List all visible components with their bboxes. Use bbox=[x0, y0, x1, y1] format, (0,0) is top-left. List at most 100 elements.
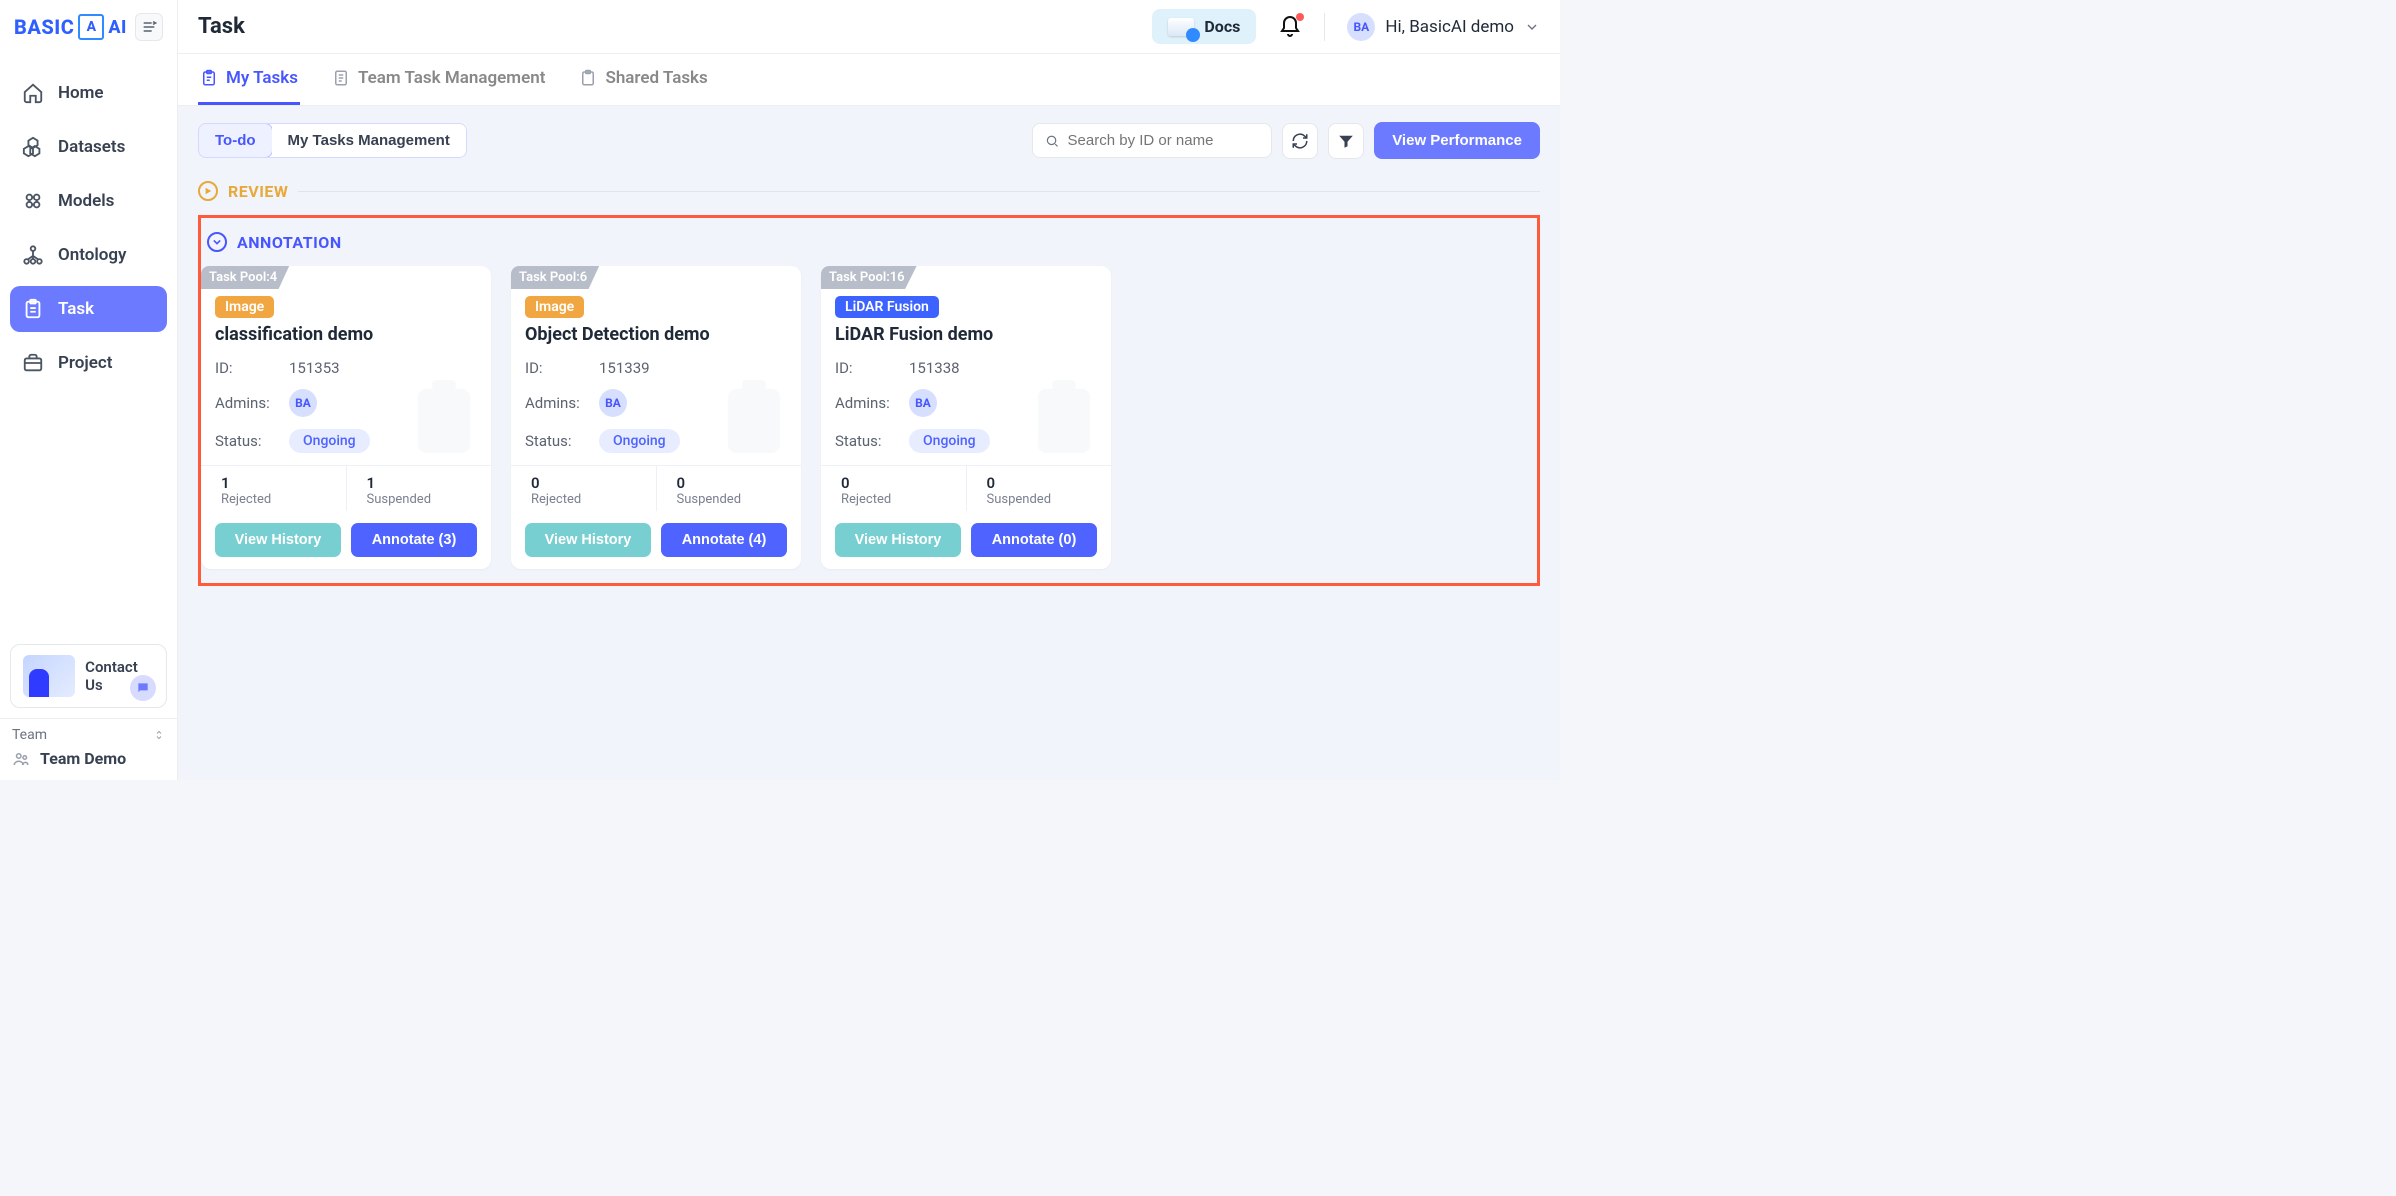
section-review-header[interactable]: REVIEW bbox=[198, 181, 1540, 201]
status-badge: Ongoing bbox=[289, 429, 370, 453]
brand-suffix: AI bbox=[108, 17, 127, 38]
view-performance-button[interactable]: View Performance bbox=[1374, 122, 1540, 159]
page-title: Task bbox=[198, 14, 245, 39]
filter-icon bbox=[1337, 132, 1355, 150]
annotation-section-highlight: ANNOTATION Task Pool:4 Image classificat… bbox=[198, 215, 1540, 586]
annotate-button[interactable]: Annotate (4) bbox=[661, 523, 787, 557]
type-badge: LiDAR Fusion bbox=[835, 296, 939, 318]
type-badge: Image bbox=[525, 296, 584, 318]
chevron-down-icon bbox=[1524, 19, 1540, 35]
admin-avatar[interactable]: BA bbox=[909, 389, 937, 417]
suspended-count: 0 bbox=[677, 474, 802, 492]
sidebar-item-home[interactable]: Home bbox=[10, 70, 167, 116]
topbar: Task Docs BA Hi, BasicAI demo bbox=[178, 0, 1560, 54]
tab-label: Team Task Management bbox=[358, 68, 545, 88]
sidebar-item-label: Datasets bbox=[58, 137, 125, 157]
content-area: To-do My Tasks Management View Performan… bbox=[178, 106, 1560, 780]
sidebar-item-datasets[interactable]: Datasets bbox=[10, 124, 167, 170]
tab-label: My Tasks bbox=[226, 68, 298, 88]
admin-avatar[interactable]: BA bbox=[599, 389, 627, 417]
chevron-down-circle-icon bbox=[207, 232, 227, 252]
tab-label: Shared Tasks bbox=[605, 68, 707, 88]
filter-button[interactable] bbox=[1328, 123, 1364, 159]
docs-icon bbox=[1168, 18, 1194, 36]
admins-label: Admins: bbox=[215, 394, 279, 412]
seg-mgmt[interactable]: My Tasks Management bbox=[272, 124, 466, 157]
clipboard-icon bbox=[200, 69, 218, 87]
sidebar-item-project[interactable]: Project bbox=[10, 340, 167, 386]
suspended-label: Suspended bbox=[367, 492, 492, 507]
suspended-count: 0 bbox=[987, 474, 1112, 492]
admins-label: Admins: bbox=[835, 394, 899, 412]
notifications-button[interactable] bbox=[1278, 15, 1302, 39]
section-line bbox=[298, 191, 1540, 192]
id-label: ID: bbox=[835, 359, 899, 377]
team-selector[interactable]: Team Team Demo bbox=[0, 718, 177, 780]
sidebar-item-label: Home bbox=[58, 83, 104, 103]
document-icon bbox=[332, 69, 350, 87]
task-title: LiDAR Fusion demo bbox=[835, 324, 1097, 345]
task-id: 151353 bbox=[289, 359, 340, 377]
docs-button[interactable]: Docs bbox=[1152, 9, 1256, 44]
contact-us-card[interactable]: Contact Us bbox=[10, 644, 167, 708]
tab-my-tasks[interactable]: My Tasks bbox=[198, 54, 300, 105]
clipboard-icon bbox=[22, 298, 44, 320]
rejected-count: 0 bbox=[531, 474, 656, 492]
status-badge: Ongoing bbox=[909, 429, 990, 453]
team-label: Team bbox=[12, 727, 47, 743]
clipboard-bg-icon bbox=[719, 376, 789, 460]
task-title: classification demo bbox=[215, 324, 477, 345]
status-badge: Ongoing bbox=[599, 429, 680, 453]
play-circle-icon bbox=[198, 181, 218, 201]
sidebar-toggle-button[interactable] bbox=[135, 13, 163, 41]
suspended-label: Suspended bbox=[987, 492, 1112, 507]
chat-icon bbox=[130, 675, 156, 701]
sidebar-item-ontology[interactable]: Ontology bbox=[10, 232, 167, 278]
view-history-button[interactable]: View History bbox=[525, 523, 651, 557]
segmented-control: To-do My Tasks Management bbox=[198, 123, 467, 158]
section-title: REVIEW bbox=[228, 182, 288, 201]
user-greeting: Hi, BasicAI demo bbox=[1385, 17, 1514, 37]
id-label: ID: bbox=[215, 359, 279, 377]
status-label: Status: bbox=[835, 432, 899, 450]
type-badge: Image bbox=[215, 296, 274, 318]
tab-shared-tasks[interactable]: Shared Tasks bbox=[577, 54, 709, 105]
task-card: Task Pool:16 LiDAR Fusion LiDAR Fusion d… bbox=[821, 266, 1111, 569]
suspended-label: Suspended bbox=[677, 492, 802, 507]
search-icon bbox=[1045, 133, 1059, 149]
sidebar-item-models[interactable]: Models bbox=[10, 178, 167, 224]
user-menu[interactable]: BA Hi, BasicAI demo bbox=[1347, 13, 1540, 41]
status-label: Status: bbox=[525, 432, 589, 450]
brain-icon bbox=[22, 190, 44, 212]
contact-illustration bbox=[23, 655, 75, 697]
sidebar-item-task[interactable]: Task bbox=[10, 286, 167, 332]
task-title: Object Detection demo bbox=[525, 324, 787, 345]
view-history-button[interactable]: View History bbox=[835, 523, 961, 557]
rejected-label: Rejected bbox=[841, 492, 966, 507]
brand-icon: A bbox=[78, 14, 104, 40]
admin-avatar[interactable]: BA bbox=[289, 389, 317, 417]
sidebar-item-label: Models bbox=[58, 191, 114, 211]
avatar: BA bbox=[1347, 13, 1375, 41]
cubes-icon bbox=[22, 136, 44, 158]
search-input-wrap[interactable] bbox=[1032, 123, 1272, 158]
annotate-button[interactable]: Annotate (0) bbox=[971, 523, 1097, 557]
annotate-button[interactable]: Annotate (3) bbox=[351, 523, 477, 557]
search-input[interactable] bbox=[1068, 132, 1260, 149]
task-pool-tag: Task Pool:6 bbox=[511, 266, 599, 289]
brand-logo[interactable]: BASIC A AI bbox=[14, 14, 127, 40]
view-history-button[interactable]: View History bbox=[215, 523, 341, 557]
hierarchy-icon bbox=[22, 244, 44, 266]
section-annotation-header[interactable]: ANNOTATION bbox=[201, 232, 1537, 252]
task-card: Task Pool:4 Image classification demo ID… bbox=[201, 266, 491, 569]
clipboard-bg-icon bbox=[409, 376, 479, 460]
toolbar: To-do My Tasks Management View Performan… bbox=[198, 122, 1540, 159]
tab-team-task-management[interactable]: Team Task Management bbox=[330, 54, 547, 105]
sort-icon bbox=[153, 728, 165, 742]
rejected-label: Rejected bbox=[221, 492, 346, 507]
task-tabs: My Tasks Team Task Management Shared Tas… bbox=[178, 54, 1560, 106]
seg-todo[interactable]: To-do bbox=[198, 123, 273, 158]
refresh-button[interactable] bbox=[1282, 123, 1318, 159]
task-pool-tag: Task Pool:4 bbox=[201, 266, 289, 289]
briefcase-icon bbox=[22, 352, 44, 374]
